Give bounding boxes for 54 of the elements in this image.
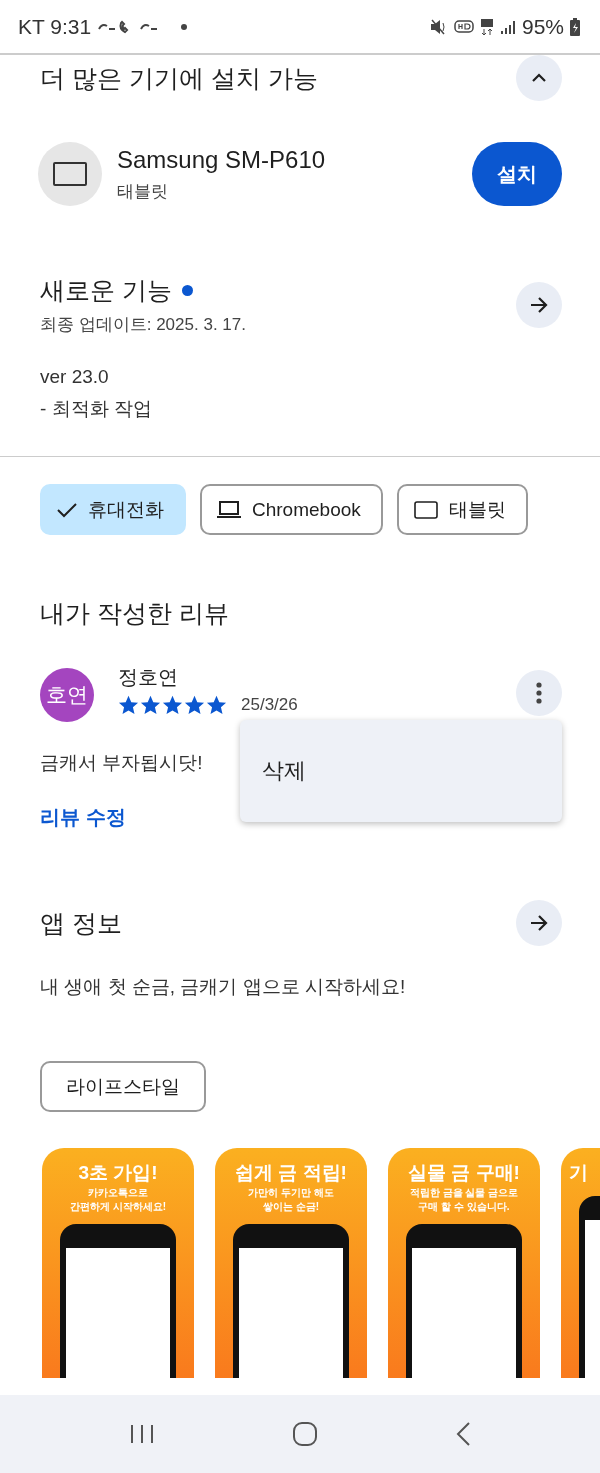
screenshot-caption: 적립한 금을 실물 금으로	[409, 1186, 519, 1200]
device-filter-chip[interactable]: 휴대전화	[40, 484, 186, 535]
home-icon[interactable]	[292, 1421, 318, 1447]
signal-icon	[499, 18, 516, 35]
laptop-icon	[216, 499, 242, 520]
screenshot-caption: 쌓이는 순금!	[262, 1200, 320, 1214]
network-5g-icon	[479, 17, 494, 36]
star-icon	[118, 695, 139, 715]
recent-apps-icon[interactable]	[128, 1423, 155, 1445]
battery-charging-icon	[570, 17, 580, 36]
mute-icon	[429, 18, 448, 35]
section-title: 앱 정보	[40, 907, 122, 939]
screenshot-headline: 3초 가입!	[78, 1161, 158, 1185]
carrier-time: KT 9:31	[18, 14, 92, 39]
star-icon	[206, 695, 227, 715]
review-text: 금캐서 부자됩시닷!	[40, 751, 203, 775]
section-title: 새로운 기능	[40, 275, 172, 306]
app-description: 내 생애 첫 순금, 금캐기 앱으로 시작하세요!	[40, 975, 407, 999]
device-filter-chip[interactable]: 태블릿	[396, 484, 528, 535]
screenshot-headline: 기	[569, 1161, 588, 1185]
screenshot-caption: 구매 할 수 있습니다.	[418, 1200, 510, 1214]
update-date: 최종 업데이트: 2025. 3. 17.	[40, 314, 246, 336]
battery-percent: 95%	[521, 14, 564, 39]
star-icon	[162, 695, 183, 715]
avatar: 호연	[40, 668, 94, 722]
screenshot-headline: 쉽게 금 적립!	[235, 1161, 347, 1185]
more-options-button[interactable]	[516, 670, 562, 716]
check-icon	[56, 500, 78, 519]
reviewer-name: 정호연	[118, 666, 178, 688]
install-button[interactable]: 설치	[472, 142, 562, 206]
back-icon[interactable]	[455, 1421, 472, 1447]
device-type: 태블릿	[117, 180, 169, 203]
hd-icon	[453, 18, 474, 35]
notification-dot	[181, 23, 188, 30]
screenshot-caption: 가만히 두기만 해도	[248, 1186, 334, 1200]
release-note-line: - 최적화 작업	[40, 397, 153, 421]
device-name: Samsung SM-P610	[117, 145, 327, 174]
screenshot-caption: 카카오톡으로	[88, 1186, 148, 1200]
more-vertical-icon	[536, 682, 542, 704]
tablet-icon	[412, 499, 439, 520]
star-icon	[184, 695, 205, 715]
device-filter-chip[interactable]: Chromebook	[200, 484, 383, 535]
review-date: 25/3/26	[241, 695, 298, 715]
section-title: 더 많은 기기에 설치 가능	[40, 62, 318, 94]
edit-review-link[interactable]: 리뷰 수정	[40, 804, 126, 831]
star-icon	[140, 695, 161, 715]
screenshot-headline: 실물 금 구매!	[408, 1161, 520, 1185]
release-note-line: ver 23.0	[40, 366, 110, 388]
arrow-right-button[interactable]	[516, 282, 562, 328]
category-chip[interactable]: 라이프스타일	[40, 1061, 206, 1112]
arrow-right-button[interactable]	[516, 900, 562, 946]
section-title: 내가 작성한 리뷰	[40, 598, 230, 629]
screenshot-caption: 간편하게 시작하세요!	[69, 1200, 167, 1214]
menu-item[interactable]: 삭제	[240, 756, 328, 786]
